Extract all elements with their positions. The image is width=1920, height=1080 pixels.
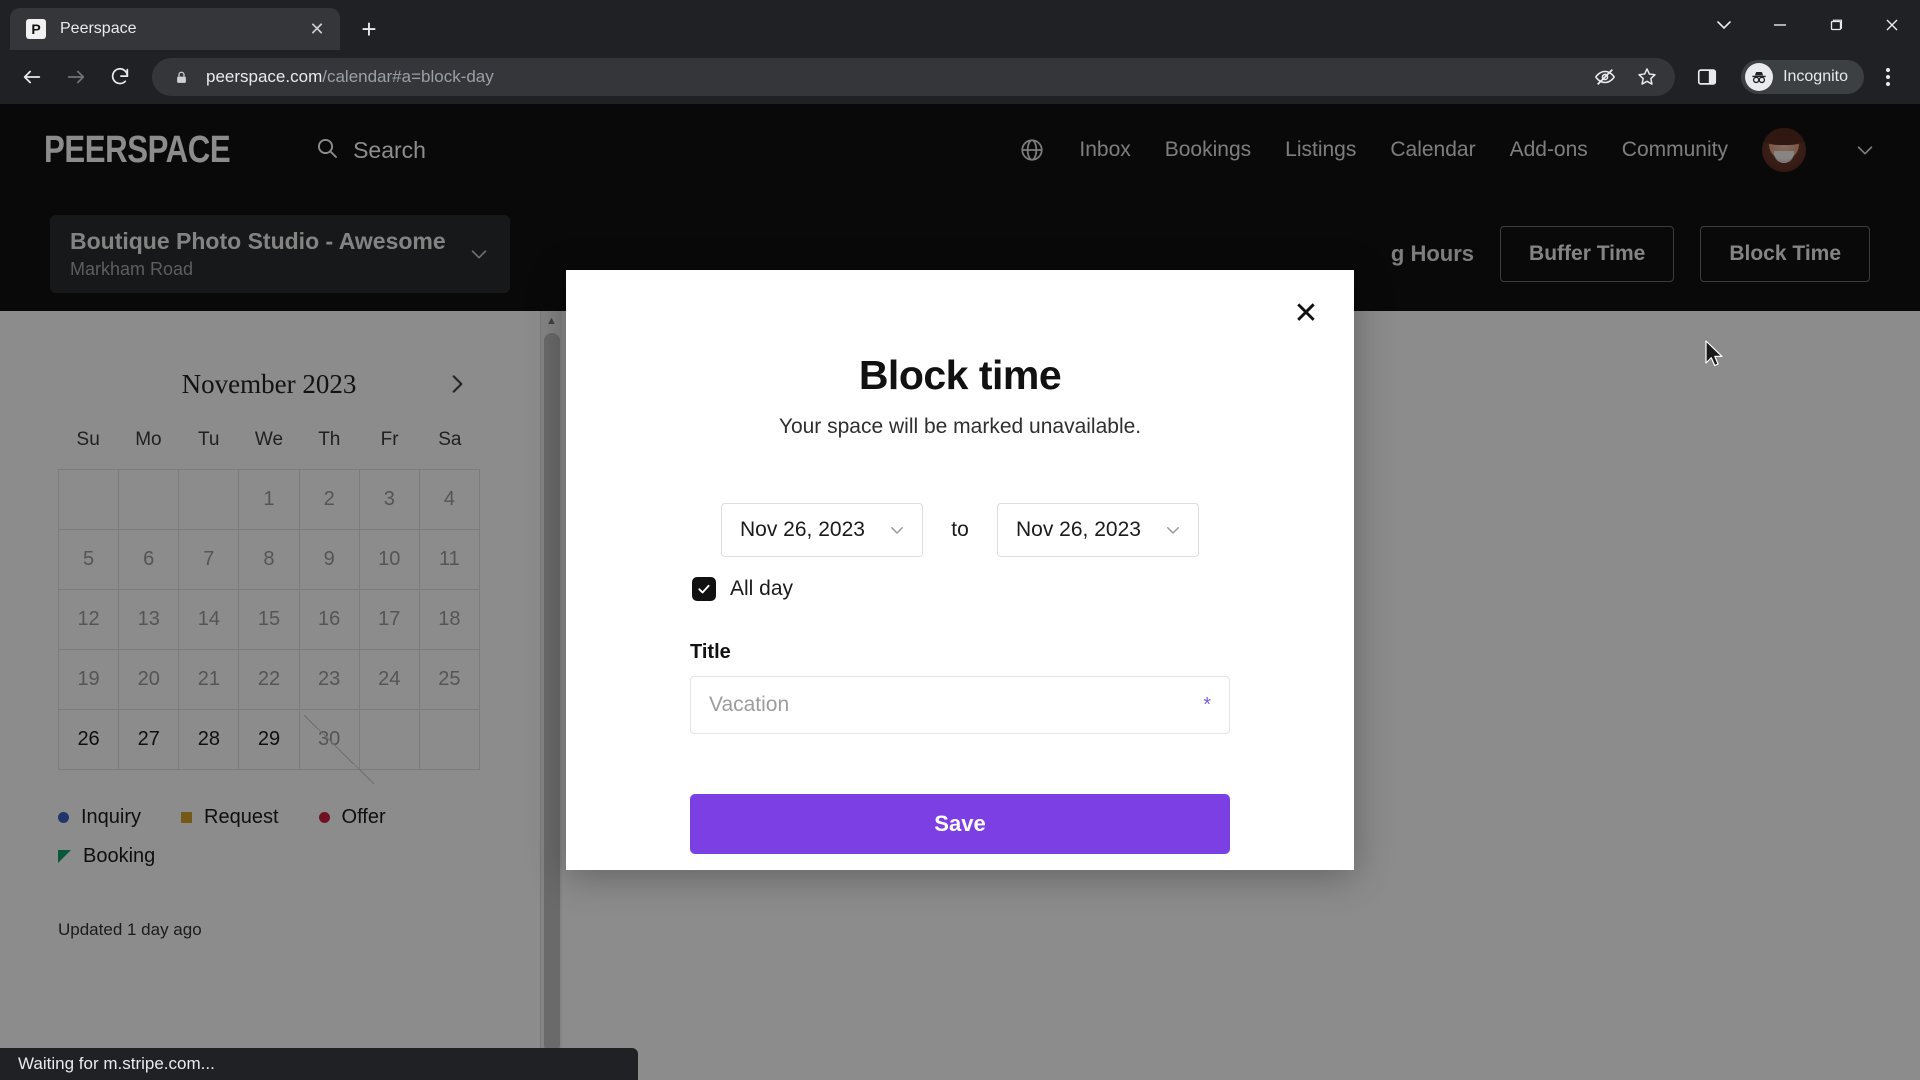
eye-slash-icon[interactable]	[1585, 57, 1625, 97]
url-host: peerspace.com	[206, 67, 323, 86]
address-bar-url: peerspace.com/calendar#a=block-day	[206, 67, 494, 87]
required-marker: *	[1203, 693, 1211, 716]
incognito-icon	[1745, 63, 1774, 91]
modal-content: Block time Your space will be marked una…	[566, 270, 1354, 854]
modal-subtitle: Your space will be marked unavailable.	[778, 415, 1142, 438]
browser-tab[interactable]: P Peerspace ✕	[10, 8, 340, 50]
browser-status-bubble: Waiting for m.stripe.com...	[0, 1048, 638, 1080]
start-date-select[interactable]: Nov 26, 2023	[721, 503, 923, 557]
omnibox-actions	[1585, 57, 1667, 97]
chevron-down-icon	[888, 521, 906, 539]
tab-title: Peerspace	[60, 20, 137, 37]
bookmark-star-icon[interactable]	[1627, 57, 1667, 97]
tab-search-icon[interactable]	[1696, 0, 1752, 50]
minimize-icon[interactable]	[1752, 0, 1808, 50]
title-input[interactable]: Vacation *	[690, 676, 1230, 734]
all-day-label: All day	[730, 577, 794, 600]
page-viewport: PEERSPACE Search Inbox Bookings Listings…	[0, 104, 1920, 1080]
to-label: to	[951, 518, 969, 541]
tab-strip: P Peerspace ✕ +	[0, 0, 1920, 50]
tab-favicon-icon: P	[26, 19, 46, 39]
start-date-value: Nov 26, 2023	[740, 518, 865, 541]
forward-icon[interactable]	[56, 57, 96, 97]
close-window-icon[interactable]	[1864, 0, 1920, 50]
date-range-row: Nov 26, 2023 to Nov 26, 2023	[690, 503, 1230, 557]
address-bar[interactable]: peerspace.com/calendar#a=block-day	[152, 57, 1676, 97]
url-path: /calendar#a=block-day	[322, 67, 494, 86]
back-icon[interactable]	[12, 57, 52, 97]
end-date-value: Nov 26, 2023	[1016, 518, 1141, 541]
new-tab-button[interactable]: +	[352, 12, 386, 46]
title-field-label: Title	[690, 641, 731, 663]
save-button[interactable]: Save	[690, 794, 1230, 854]
three-dot-menu-icon[interactable]	[1868, 57, 1908, 97]
title-input-placeholder: Vacation	[709, 693, 790, 716]
incognito-indicator[interactable]: Incognito	[1741, 60, 1864, 94]
reload-icon[interactable]	[100, 57, 140, 97]
lock-icon	[170, 66, 192, 88]
status-message: Waiting for m.stripe.com...	[18, 1054, 215, 1073]
browser-window: P Peerspace ✕ + peerspace.com/calendar#a…	[0, 0, 1920, 1080]
browser-toolbar: peerspace.com/calendar#a=block-day Incog…	[0, 50, 1920, 104]
tab-close-icon[interactable]: ✕	[304, 16, 330, 42]
incognito-label: Incognito	[1783, 68, 1848, 85]
all-day-row[interactable]: All day	[690, 577, 1230, 601]
window-controls	[1696, 0, 1920, 50]
all-day-checkbox[interactable]	[692, 577, 716, 601]
close-icon[interactable]: ✕	[1288, 296, 1324, 332]
maximize-icon[interactable]	[1808, 0, 1864, 50]
check-icon	[698, 584, 710, 594]
end-date-select[interactable]: Nov 26, 2023	[997, 503, 1199, 557]
side-panel-icon[interactable]	[1687, 57, 1727, 97]
modal-title: Block time	[858, 352, 1062, 398]
chevron-down-icon	[1164, 521, 1182, 539]
title-field-block: Title Vacation *	[690, 641, 1230, 734]
block-time-modal: ✕ Block time Your space will be marked u…	[566, 270, 1354, 870]
